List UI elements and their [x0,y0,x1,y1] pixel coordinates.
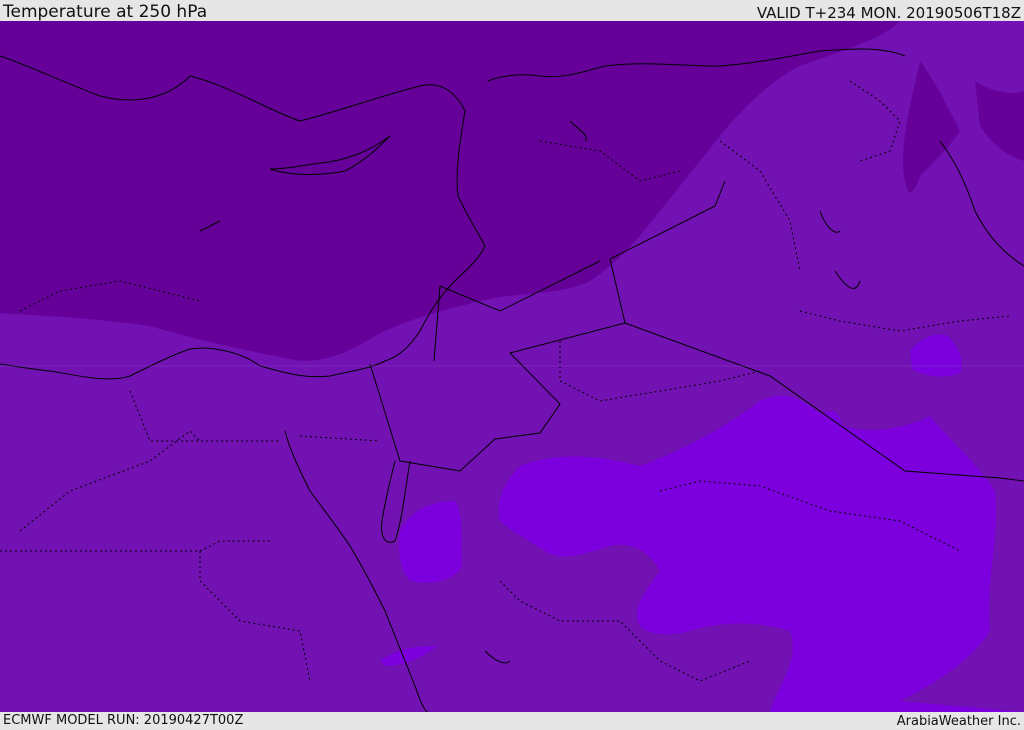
model-run-label: ECMWF MODEL RUN: 20190427T00Z [3,713,244,728]
footer-bar: ECMWF MODEL RUN: 20190427T00Z ArabiaWeat… [0,712,1024,729]
header-bar: Temperature at 250 hPa VALID T+234 MON. … [0,0,1024,21]
map-title: Temperature at 250 hPa [3,2,208,22]
temperature-map[interactable] [0,21,1024,712]
valid-time: VALID T+234 MON. 20190506T18Z [756,4,1021,22]
credit-label: ArabiaWeather Inc. [896,714,1021,729]
